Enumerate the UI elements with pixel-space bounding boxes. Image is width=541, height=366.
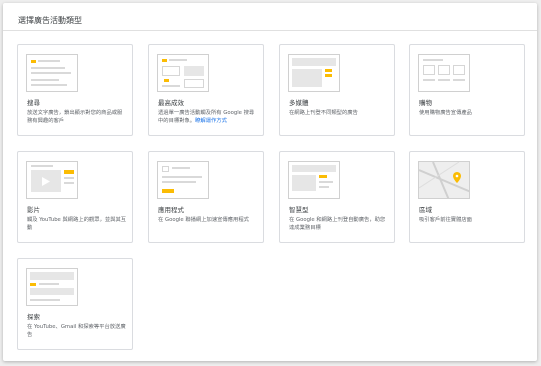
campaign-card-search[interactable]: 搜尋 放送文字廣告，鎖出顯示對您的商品或服務有興趣的客戶: [17, 44, 133, 136]
campaign-card-title: 影片: [27, 206, 40, 214]
smart-thumbnail-icon: [288, 161, 340, 199]
video-thumbnail-icon: [26, 161, 78, 199]
campaign-card-title: 區域: [419, 206, 432, 214]
campaign-card-shopping[interactable]: 購物 使用購物廣告宣傳產品: [409, 44, 525, 136]
campaign-card-description: 觸及 YouTube 與網路上的觀眾，並與其互動: [27, 217, 127, 231]
campaign-card-video[interactable]: 影片 觸及 YouTube 與網路上的觀眾，並與其互動: [17, 151, 133, 243]
campaign-card-smart[interactable]: 智慧型 在 Google 和網路上刊登自動廣告，助您達成業務目標: [279, 151, 395, 243]
play-icon: [42, 177, 50, 186]
performance-max-thumbnail-icon: [157, 54, 209, 92]
campaign-card-title: 多媒體: [289, 99, 309, 107]
campaign-card-title: 應用程式: [158, 206, 184, 214]
display-thumbnail-icon: [288, 54, 340, 92]
campaign-card-title: 最高成效: [158, 99, 184, 107]
location-pin-icon: [453, 172, 461, 183]
campaign-card-description: 使用購物廣告宣傳產品: [419, 110, 472, 116]
campaign-card-description: 吸引客戶前往實體店面: [419, 217, 472, 223]
campaign-type-dialog: 選擇廣告活動類型 搜尋 放送文字廣告，鎖出顯示對您的商品或服務有興趣的客戶 最高…: [3, 3, 537, 361]
learn-more-link[interactable]: 瞭解運作方式: [195, 118, 227, 124]
campaign-card-discovery[interactable]: 探索 在 YouTube、Gmail 和探索等平台放送廣告: [17, 258, 133, 350]
campaign-card-performance-max[interactable]: 最高成效 透過單一廣告活動觸及所有 Google 搜尋中的目標對象。瞭解運作方式: [148, 44, 264, 136]
campaign-card-app[interactable]: 應用程式 在 Google 聯播網上加速宣傳應用程式: [148, 151, 264, 243]
campaign-card-description: 在網路上刊登不同類型的廣告: [289, 110, 358, 116]
map-thumbnail-icon: [418, 161, 470, 199]
discovery-thumbnail-icon: [26, 268, 78, 306]
campaign-card-description: 放送文字廣告，鎖出顯示對您的商品或服務有興趣的客戶: [27, 110, 123, 124]
campaign-card-display[interactable]: 多媒體 在網路上刊登不同類型的廣告: [279, 44, 395, 136]
campaign-card-description: 在 Google 和網路上刊登自動廣告，助您達成業務目標: [289, 217, 386, 231]
campaign-card-description: 透過單一廣告活動觸及所有 Google 搜尋中的目標對象。瞭解運作方式: [158, 110, 255, 124]
app-thumbnail-icon: [157, 161, 209, 199]
dialog-title: 選擇廣告活動類型: [18, 16, 82, 25]
campaign-card-title: 購物: [419, 99, 432, 107]
campaign-card-title: 探索: [27, 313, 40, 321]
campaign-card-local[interactable]: 區域 吸引客戶前往實體店面: [409, 151, 525, 243]
title-divider: [3, 30, 537, 31]
campaign-card-title: 智慧型: [289, 206, 309, 214]
campaign-card-title: 搜尋: [27, 99, 40, 107]
shopping-thumbnail-icon: [418, 54, 470, 92]
campaign-card-description: 在 Google 聯播網上加速宣傳應用程式: [158, 217, 249, 223]
search-thumbnail-icon: [26, 54, 78, 92]
campaign-card-description: 在 YouTube、Gmail 和探索等平台放送廣告: [27, 324, 126, 338]
